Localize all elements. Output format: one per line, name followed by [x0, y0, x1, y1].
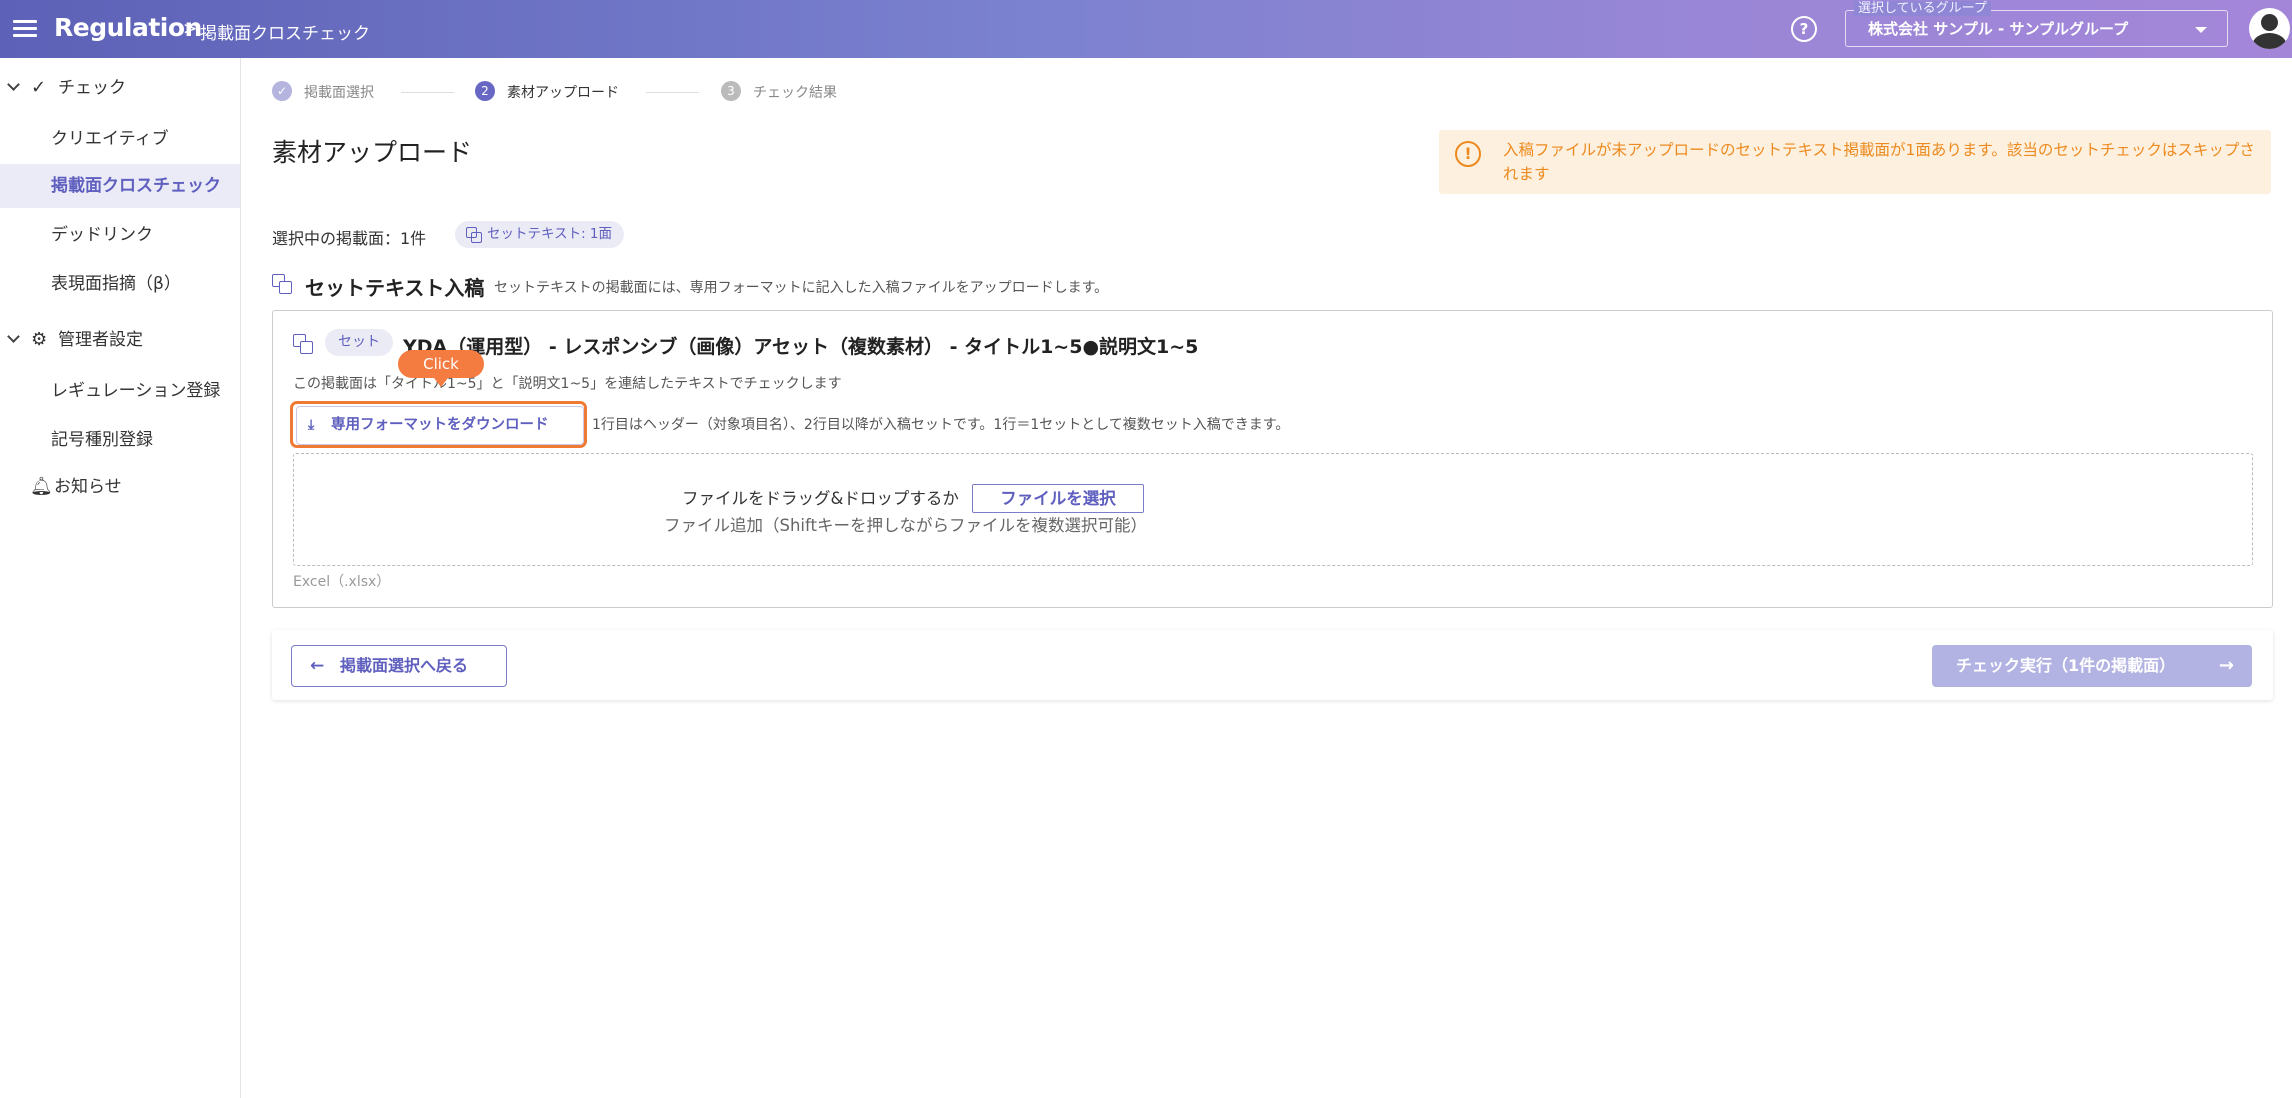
- download-format-button-label: 専用フォーマットをダウンロード: [331, 417, 549, 433]
- sidebar-item-notice[interactable]: 🔔︎ お知らせ: [0, 467, 240, 507]
- step-label-upload: 素材アップロード: [507, 85, 619, 101]
- sidebar-item-creative[interactable]: クリエイティブ: [0, 117, 240, 161]
- help-icon[interactable]: ?: [1791, 16, 1817, 42]
- step-connector: [646, 92, 699, 93]
- sidebar-item-cross-check[interactable]: 掲載面クロスチェック: [0, 164, 240, 208]
- run-check-button-label: チェック実行（1件の掲載面）: [1956, 656, 2176, 675]
- card-note: この掲載面は「タイトル1~5」と「説明文1~5」を連結したテキストでチェックしま…: [293, 376, 842, 392]
- step-connector: [401, 92, 454, 93]
- arrow-right-icon: →: [2218, 655, 2234, 676]
- step-number: 2: [475, 81, 495, 101]
- back-button-label: 掲載面選択へ戻る: [340, 656, 469, 675]
- admin-settings-icon: ⚙: [31, 329, 48, 350]
- sidebar-item-label: お知らせ: [54, 477, 122, 497]
- download-icon: ⤓: [308, 417, 315, 433]
- dropzone-text: ファイルをドラッグ&ドロップするか: [682, 489, 959, 508]
- group-select-value: 株式会社 サンプル - サンプルグループ: [1868, 20, 2129, 38]
- select-file-button[interactable]: ファイルを選択: [972, 484, 1144, 513]
- sidebar-item-label: 管理者設定: [58, 330, 143, 350]
- step-label-result: チェック結果: [753, 85, 837, 101]
- click-indicator: Click: [398, 350, 484, 378]
- set-chip: セット: [325, 329, 393, 356]
- check-icon: ✓: [31, 77, 47, 98]
- section-title: セットテキスト入稿: [305, 276, 485, 300]
- copy-icon: [293, 334, 313, 354]
- back-button[interactable]: ← 掲載面選択へ戻る: [291, 645, 507, 687]
- file-type-note: Excel（.xlsx）: [293, 574, 391, 590]
- avatar[interactable]: [2249, 8, 2290, 49]
- sidebar-item-check[interactable]: ✓ チェック: [0, 68, 240, 108]
- run-check-button[interactable]: チェック実行（1件の掲載面） →: [1932, 645, 2252, 687]
- chevron-down-icon: [7, 330, 20, 343]
- bell-icon: 🔔︎: [30, 476, 53, 497]
- sidebar-item-expression[interactable]: 表現面指摘（β）: [0, 262, 240, 306]
- copy-icon: [466, 227, 482, 243]
- action-bar: ← 掲載面選択へ戻る チェック実行（1件の掲載面） →: [272, 630, 2273, 700]
- selected-type-chip: セットテキスト: 1面: [455, 221, 625, 248]
- group-select[interactable]: 選択しているグループ 株式会社 サンプル - サンプルグループ: [1845, 1, 2228, 47]
- sidebar: ✓ チェック クリエイティブ 掲載面クロスチェック デッドリンク 表現面指摘（β…: [0, 58, 241, 1098]
- copy-icon: [272, 274, 292, 294]
- step-label-select: 掲載面選択: [304, 85, 374, 101]
- card-title: YDA（運用型） - レスポンシブ（画像）アセット（複数素材） - タイトル1~…: [403, 336, 1199, 358]
- dropzone-subtext: ファイル追加（Shiftキーを押しながらファイルを複数選択可能）: [664, 516, 1148, 535]
- group-select-label: 選択しているグループ: [1854, 1, 1991, 16]
- step-number: 3: [721, 81, 741, 101]
- page-title: 素材アップロード: [272, 138, 473, 167]
- selected-count-label: 選択中の掲載面：1件: [272, 229, 427, 248]
- file-dropzone[interactable]: ファイルをドラッグ&ドロップするか ファイルを選択 ファイル追加（Shiftキー…: [293, 453, 2253, 566]
- breadcrumb-current-page: 掲載面クロスチェック: [200, 24, 370, 44]
- app-title[interactable]: Regulation: [54, 13, 202, 42]
- sidebar-item-symbol[interactable]: 記号種別登録: [0, 418, 240, 462]
- stepper: ✓ 掲載面選択 2 素材アップロード 3 チェック結果: [272, 81, 872, 101]
- chevron-down-icon: [7, 78, 20, 91]
- set-text-card: セット YDA（運用型） - レスポンシブ（画像）アセット（複数素材） - タイ…: [272, 310, 2273, 608]
- download-note: 1行目はヘッダー（対象項目名）、2行目以降が入稿セットです。1行＝1セットとして…: [592, 417, 1290, 433]
- selected-type-chip-label: セットテキスト: 1面: [487, 226, 613, 242]
- main-content: ✓ 掲載面選択 2 素材アップロード 3 チェック結果 素材アップロード ! 入…: [241, 58, 2292, 1098]
- app-header: Regulation > 掲載面クロスチェック ? 選択しているグループ 株式会…: [0, 0, 2292, 58]
- breadcrumb-separator: >: [183, 19, 198, 39]
- warning-text: 入稿ファイルが未アップロードのセットテキスト掲載面が1面あります。該当のセットチ…: [1503, 141, 2255, 183]
- arrow-left-icon: ←: [310, 656, 325, 676]
- sidebar-item-label: チェック: [58, 78, 126, 98]
- sidebar-item-admin[interactable]: ⚙ 管理者設定: [0, 320, 240, 360]
- menu-icon[interactable]: [13, 17, 37, 41]
- step-done-icon: ✓: [272, 81, 292, 101]
- click-indicator-arrow: [434, 378, 448, 387]
- download-format-button[interactable]: ⤓ 専用フォーマットをダウンロード: [296, 406, 584, 445]
- sidebar-item-regulation[interactable]: レギュレーション登録: [0, 369, 240, 413]
- warning-icon: !: [1455, 141, 1481, 167]
- section-description: セットテキストの掲載面には、専用フォーマットに記入した入稿ファイルをアップロード…: [494, 280, 1109, 296]
- sidebar-item-dead-link[interactable]: デッドリンク: [0, 213, 240, 257]
- chevron-down-icon: [2195, 27, 2207, 33]
- warning-alert: ! 入稿ファイルが未アップロードのセットテキスト掲載面が1面あります。該当のセッ…: [1439, 130, 2271, 194]
